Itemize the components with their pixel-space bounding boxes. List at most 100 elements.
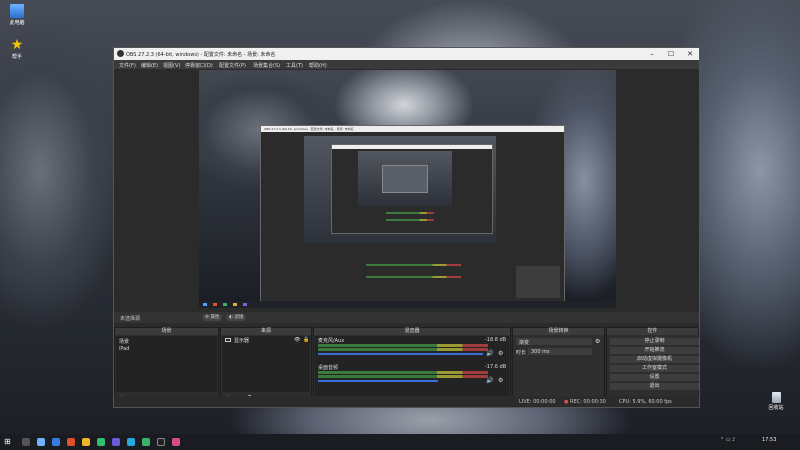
search-icon[interactable] (22, 438, 30, 446)
nested-controls-dock (516, 266, 560, 298)
app-icon[interactable] (112, 438, 120, 446)
nested-window-title: OBS 27.2.3 (64-bit, windows) - 配置文件: 未命名… (264, 127, 354, 131)
window-title: OBS 27.2.3 (64-bit, windows) - 配置文件: 未命名… (126, 52, 276, 58)
preview-canvas[interactable]: OBS 27.2.3 (64-bit, windows) - 配置文件: 未命名… (199, 70, 616, 308)
filters-button[interactable]: ◐ 滤镜 (226, 314, 247, 321)
transition-type-select[interactable]: 渐变 (516, 338, 592, 346)
helper-desktop-icon[interactable]: ★ 帮手 (6, 38, 28, 60)
app-icon[interactable] (172, 438, 180, 446)
sources-header: 来源 (221, 328, 311, 335)
eye-icon[interactable]: 👁 (294, 337, 300, 343)
app-icon[interactable] (67, 438, 75, 446)
app-icon[interactable] (142, 438, 150, 446)
computer-icon (10, 4, 24, 18)
speaker-icon[interactable]: 🔊 (486, 350, 493, 357)
gear-icon[interactable]: ⚙ (498, 350, 503, 357)
mic-aux-level-meter (318, 348, 488, 351)
start-streaming-button[interactable]: 开始推流 (610, 347, 699, 354)
menu-view[interactable]: 视图(V) (163, 62, 180, 69)
transitions-header: 场景转换 (513, 328, 604, 335)
menu-edit[interactable]: 编辑(E) (141, 62, 158, 69)
app-icon (223, 303, 227, 306)
properties-label: 属性 (210, 315, 220, 320)
gear-icon[interactable]: ⚙ (498, 377, 503, 384)
cpu-fps-status: CPU: 5.9%, 60.00 fps (619, 399, 672, 405)
scene-item[interactable]: iPad (119, 346, 129, 352)
nested-meter (366, 276, 461, 278)
clock-time[interactable]: 17:53 (762, 437, 776, 443)
desktop-audio-channel-label: 桌面音频 (318, 365, 339, 371)
live-status: LIVE: 00:00:00 (519, 399, 556, 405)
settings-button[interactable]: 设置 (610, 374, 699, 381)
app-icon[interactable] (52, 438, 60, 446)
recycle-bin-desktop-icon[interactable]: 回收站 (764, 392, 788, 411)
nested-title-bar-2 (332, 145, 492, 149)
sources-list: 显示器 👁 🔓 (222, 336, 310, 392)
mic-aux-level-meter (318, 344, 488, 347)
scene-transitions-dock: 场景转换 渐变 ⚙ 时长 300 ms (512, 327, 605, 404)
obs-taskbar-icon[interactable] (157, 438, 165, 446)
scenes-dock: 场景 场景 iPad + – ∧ ∨ (114, 327, 219, 404)
close-button[interactable]: ✕ (681, 48, 699, 60)
folder-icon[interactable] (82, 438, 90, 446)
windows-start-icon[interactable]: ⊞ (4, 438, 12, 446)
source-item[interactable]: 显示器 (234, 337, 249, 344)
menu-help[interactable]: 帮助(H) (309, 62, 327, 69)
lock-icon[interactable]: 🔓 (303, 337, 309, 343)
menu-scene-collection[interactable]: 场景集合(S) (253, 62, 280, 69)
no-source-label: 未选择源 (120, 316, 141, 322)
title-bar[interactable]: OBS 27.2.3 (64-bit, windows) - 配置文件: 未命名… (114, 48, 699, 60)
desktop-audio-level-meter (318, 375, 488, 378)
star-icon: ★ (10, 37, 24, 53)
app-icon[interactable] (97, 438, 105, 446)
desktop-audio-volume-slider[interactable] (318, 380, 438, 382)
app-icon[interactable] (37, 438, 45, 446)
start-virtual-camera-button[interactable]: 启动虚拟摄像机 (610, 356, 699, 363)
captured-taskbar (199, 301, 616, 308)
scenes-list: 场景 iPad (116, 336, 217, 392)
gear-icon[interactable]: ⚙ (595, 338, 600, 345)
maximize-button[interactable]: ☐ (662, 48, 680, 60)
desktop-audio-level-meter (318, 371, 488, 374)
sources-dock: 来源 显示器 👁 🔓 + – ⚙ ∧ ∨ (220, 327, 312, 404)
controls-dock: 控件 停止录制 开始推流 启动虚拟摄像机 工作室模式 设置 退出 (606, 327, 699, 404)
nested-meter (366, 264, 461, 266)
menu-tools[interactable]: 工具(T) (286, 62, 303, 69)
obs-window: OBS 27.2.3 (64-bit, windows) - 配置文件: 未命名… (113, 47, 700, 408)
nested-preview-canvas (304, 136, 496, 243)
app-icon (233, 303, 237, 306)
stop-recording-button[interactable]: 停止录制 (610, 338, 699, 345)
mixer-header: 混音器 (314, 328, 510, 335)
duration-label: 时长 (516, 350, 527, 356)
exit-button[interactable]: 退出 (610, 383, 699, 390)
app-icon (203, 303, 207, 306)
this-pc-desktop-icon[interactable]: 此电脑 (6, 4, 28, 26)
recycle-bin-icon (771, 392, 781, 403)
scene-item[interactable]: 场景 (119, 338, 129, 345)
desktop-icon-label: 回收站 (768, 405, 784, 411)
properties-button[interactable]: ⚙ 属性 (202, 314, 223, 321)
tray-icons[interactable]: ⌃ ▭ ♪ (720, 437, 735, 443)
duration-input[interactable]: 300 ms (528, 348, 592, 355)
duration-value: 300 ms (531, 349, 550, 355)
audio-mixer-dock: 混音器 麦克风/Aux -18.8 dB 🔊 ⚙ 桌面音频 -17.6 dB 🔊… (313, 327, 511, 404)
menu-profile[interactable]: 配置文件(P) (219, 62, 246, 69)
scenes-header: 场景 (115, 328, 218, 335)
app-icon (243, 303, 247, 306)
source-toolbar: 未选择源 ⚙ 属性 ◐ 滤镜 (114, 312, 699, 323)
desktop-audio-db-value: -17.6 dB (485, 364, 507, 370)
rec-status: REC: 00:00:30 (570, 399, 606, 405)
nested-title-bar: OBS 27.2.3 (64-bit, windows) - 配置文件: 未命名… (261, 126, 564, 132)
app-icon[interactable] (127, 438, 135, 446)
mic-aux-db-value: -18.8 dB (485, 337, 507, 343)
desktop-icon-label: 此电脑 (9, 20, 25, 26)
nested-meter (386, 219, 434, 221)
menu-docks[interactable]: 停靠窗口(D) (185, 62, 213, 69)
menu-file[interactable]: 文件(F) (119, 62, 136, 69)
minimize-button[interactable]: – (643, 48, 661, 60)
filters-label: 滤镜 (234, 315, 244, 320)
mic-aux-volume-slider[interactable] (318, 353, 483, 355)
studio-mode-button[interactable]: 工作室模式 (610, 365, 699, 372)
speaker-icon[interactable]: 🔊 (486, 377, 493, 384)
controls-header: 控件 (607, 328, 698, 335)
